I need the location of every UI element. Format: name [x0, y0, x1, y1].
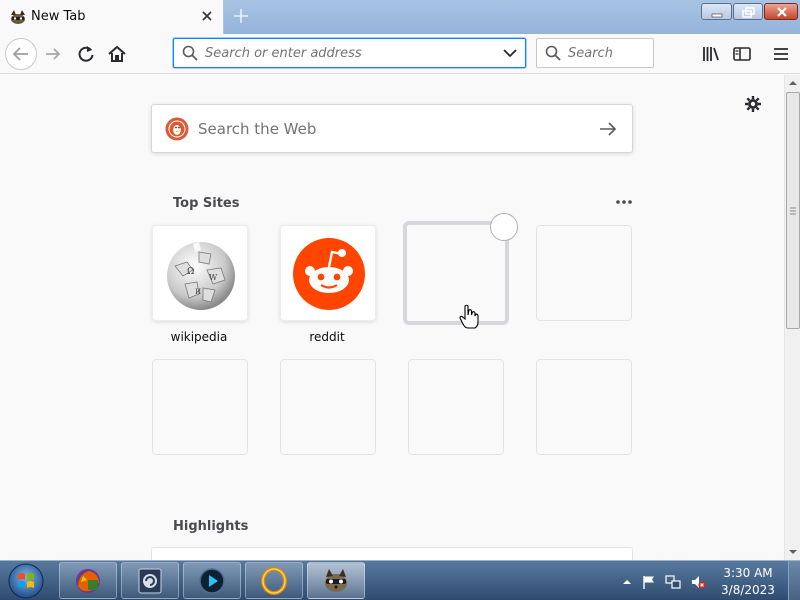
web-search-placeholder: Search the Web: [198, 120, 317, 138]
taskbar-app-windows-update[interactable]: [121, 562, 179, 599]
top-site-empty-tile[interactable]: [536, 359, 632, 455]
top-site-label-reddit: reddit: [309, 330, 345, 344]
web-search-box[interactable]: Search the Web: [151, 104, 633, 153]
plus-icon[interactable]: [229, 4, 253, 28]
search-icon: [182, 45, 198, 61]
reload-icon[interactable]: [75, 43, 97, 65]
network-icon[interactable]: [665, 574, 681, 590]
taskbar-app-firefox[interactable]: [59, 562, 117, 599]
menu-icon[interactable]: [770, 43, 792, 65]
clock-date[interactable]: 3/8/2023: [712, 583, 784, 597]
restore-icon: [742, 7, 755, 18]
vertical-scrollbar[interactable]: [784, 75, 800, 560]
nav-bar: Search or enter address Search: [0, 34, 800, 74]
library-icon[interactable]: [700, 43, 722, 65]
more-options-icon[interactable]: [614, 196, 634, 208]
home-icon[interactable]: [106, 43, 128, 65]
search-icon: [545, 45, 561, 61]
top-site-empty-tile[interactable]: [280, 359, 376, 455]
close-x-icon: [777, 7, 787, 17]
chevron-up-icon[interactable]: [619, 574, 635, 590]
new-tab-page: Search the Web Top Sites Ω W И wikipedia…: [0, 75, 784, 560]
grip-icon: [790, 207, 796, 215]
search-placeholder: Search: [568, 46, 613, 61]
taskbar: 3:30 AM 3/8/2023: [0, 560, 800, 600]
svg-text:Ω: Ω: [187, 267, 194, 277]
scroll-thumb[interactable]: [786, 92, 800, 329]
show-desktop-button[interactable]: [788, 561, 800, 600]
highlights-title: Highlights: [173, 519, 249, 534]
close-window-button[interactable]: [764, 3, 798, 20]
lord-of-rings-icon: [261, 567, 287, 595]
back-button[interactable]: [5, 38, 37, 70]
clock-time[interactable]: 3:30 AM: [712, 566, 784, 580]
windows-update-icon: [138, 568, 162, 594]
top-sites-title: Top Sites: [173, 196, 240, 211]
top-site-empty-tile[interactable]: [408, 359, 504, 455]
scroll-down-arrow-icon[interactable]: [785, 544, 800, 560]
taskbar-app-raccoon[interactable]: [307, 562, 365, 599]
reddit-icon: [293, 238, 365, 310]
scroll-up-arrow-icon[interactable]: [785, 75, 800, 91]
url-placeholder: Search or enter address: [205, 46, 362, 61]
url-bar[interactable]: Search or enter address: [173, 38, 526, 68]
media-player-icon: [199, 568, 225, 594]
firefox-raccoon-icon: [11, 10, 25, 24]
chevron-down-icon[interactable]: [503, 48, 517, 58]
gear-icon[interactable]: [744, 95, 762, 113]
back-arrow-icon: [12, 47, 28, 61]
minimize-button[interactable]: [701, 3, 732, 20]
duckduckgo-icon: [165, 117, 189, 141]
top-site-tile-wikipedia[interactable]: Ω W И: [152, 225, 248, 321]
search-bar[interactable]: Search: [536, 38, 654, 68]
sidebar-icon[interactable]: [731, 43, 753, 65]
hand-cursor-icon: [459, 304, 479, 329]
firefox-icon: [76, 569, 100, 593]
top-site-label-wikipedia: wikipedia: [170, 330, 228, 344]
svg-text:W: W: [209, 273, 218, 282]
top-site-empty-tile[interactable]: [536, 225, 632, 321]
top-site-empty-tile[interactable]: [152, 359, 248, 455]
maximize-button[interactable]: [733, 3, 763, 20]
forward-arrow-icon[interactable]: [42, 43, 64, 65]
taskbar-app-ring[interactable]: [245, 562, 303, 599]
highlights-card[interactable]: [151, 547, 633, 560]
minimize-icon: [711, 13, 723, 18]
wikipedia-globe-icon: Ω W И: [167, 242, 235, 310]
flag-icon[interactable]: [641, 574, 657, 590]
volume-muted-icon[interactable]: [690, 574, 706, 590]
pin-badge[interactable]: [490, 213, 518, 241]
tab-strip: New Tab: [0, 0, 800, 35]
taskbar-app-media-player[interactable]: [183, 562, 241, 599]
close-icon[interactable]: [198, 7, 216, 25]
tab-title: New Tab: [31, 9, 86, 24]
svg-text:И: И: [195, 288, 201, 296]
arrow-right-icon[interactable]: [598, 119, 618, 139]
raccoon-icon: [325, 569, 347, 592]
tab-new-tab[interactable]: New Tab: [0, 0, 224, 35]
start-button[interactable]: [4, 563, 48, 599]
top-site-tile-reddit[interactable]: [280, 225, 376, 321]
